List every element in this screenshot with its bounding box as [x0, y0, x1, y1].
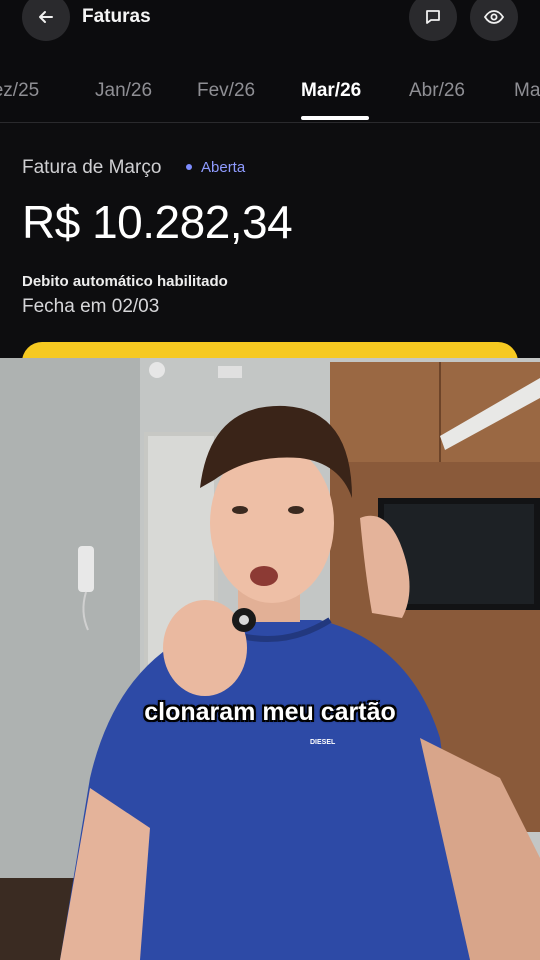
- video-frame[interactable]: DIESEL clonaram meu cartão: [0, 358, 540, 960]
- video-scene: DIESEL: [0, 358, 540, 960]
- tab-jan-26[interactable]: Jan/26: [95, 80, 152, 102]
- shirt-logo: DIESEL: [310, 739, 336, 746]
- invoice-amount: R$ 10.282,34: [22, 196, 293, 248]
- active-tab-indicator: [301, 116, 369, 120]
- back-button[interactable]: [22, 0, 70, 41]
- status-dot: [186, 164, 192, 170]
- video-caption: clonaram meu cartão: [144, 698, 396, 726]
- status-badge: Aberta: [201, 159, 246, 176]
- arrow-left-icon: [39, 11, 53, 23]
- page-title: Faturas: [82, 6, 151, 27]
- tab-fev-26[interactable]: Fev/26: [197, 80, 255, 102]
- chat-button[interactable]: [409, 0, 457, 41]
- tab-dez-25[interactable]: Dez/25: [0, 80, 39, 102]
- eye-icon: [483, 10, 505, 24]
- invoice-app: Faturas Dez/25 Jan/26 Fev/26 Mar/26 Abr/…: [0, 0, 540, 358]
- closing-date: Fecha em 02/03: [22, 296, 160, 317]
- invoice-card: Fatura de Março Aberta R$ 10.282,34 Debi…: [0, 123, 540, 358]
- auto-debit-label: Debito automático habilitado: [22, 273, 228, 290]
- invoice-title: Fatura de Março: [22, 157, 162, 178]
- visibility-button[interactable]: [470, 0, 518, 41]
- month-tabs: Dez/25 Jan/26 Fev/26 Mar/26 Abr/26 Mai/2…: [0, 66, 540, 123]
- tab-abr-26[interactable]: Abr/26: [409, 80, 465, 102]
- tab-mar-26[interactable]: Mar/26: [301, 80, 361, 102]
- chat-bubble-icon: [426, 10, 440, 24]
- pay-button[interactable]: [22, 342, 518, 358]
- tab-mai-26[interactable]: Mai/26: [514, 80, 540, 102]
